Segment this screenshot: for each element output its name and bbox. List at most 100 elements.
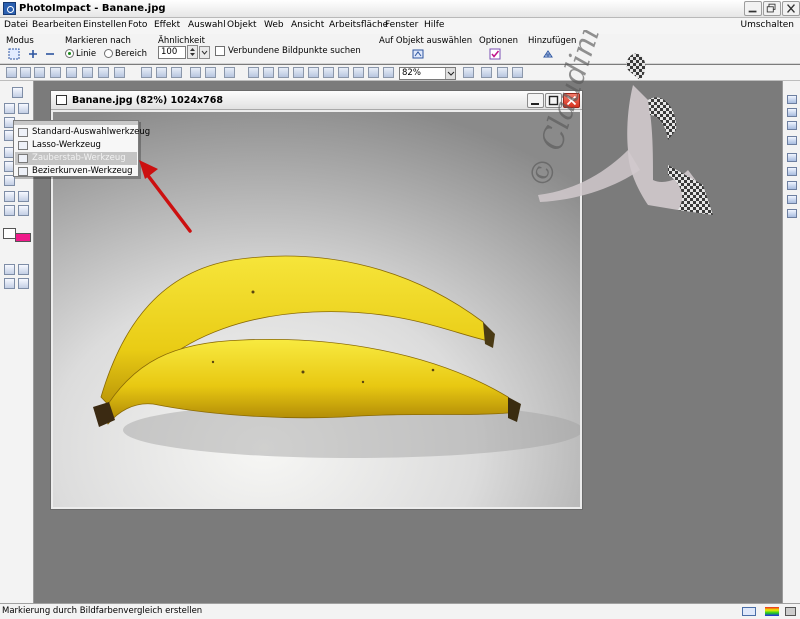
cut-icon[interactable] xyxy=(141,67,152,78)
panel-manager xyxy=(782,81,800,603)
selection-tool-icon[interactable] xyxy=(4,103,15,114)
menuitem-label: Standard-Auswahlwerkzeug xyxy=(32,127,151,137)
open-folder-icon[interactable] xyxy=(34,67,45,78)
menu-ansicht[interactable]: Ansicht xyxy=(291,20,324,30)
zoom-dropdown-icon[interactable] xyxy=(445,68,455,79)
web-icon[interactable] xyxy=(98,67,109,78)
menuitem-lasso-werkzeug[interactable]: Lasso-Werkzeug xyxy=(15,139,137,152)
menu-arbeitsflaeche[interactable]: Arbeitsfläche xyxy=(329,20,388,30)
undo-icon[interactable] xyxy=(190,67,201,78)
menu-fenster[interactable]: Fenster xyxy=(385,20,418,30)
new-image-icon[interactable] xyxy=(20,67,31,78)
filter-icon[interactable] xyxy=(308,67,319,78)
color-panel-icon[interactable] xyxy=(787,167,797,176)
save-icon[interactable] xyxy=(50,67,61,78)
menuitem-label: Bezierkurven-Werkzeug xyxy=(32,166,133,176)
aehnlichkeit-spinner[interactable] xyxy=(187,45,198,59)
magic-wand-icon xyxy=(18,154,28,163)
eyedropper-tool-icon[interactable] xyxy=(18,191,29,202)
rotate-icon[interactable] xyxy=(293,67,304,78)
photoimpact-app-icon[interactable] xyxy=(3,2,16,15)
run-macro-icon[interactable] xyxy=(463,67,474,78)
zoom-select[interactable]: 82% xyxy=(399,67,456,80)
verbundene-checkbox[interactable] xyxy=(215,46,225,56)
flyout-gripper[interactable] xyxy=(14,121,138,125)
menu-web[interactable]: Web xyxy=(264,20,284,30)
new-selection-mode-icon[interactable] xyxy=(8,48,20,60)
copy-icon[interactable] xyxy=(156,67,167,78)
gallery-icon[interactable] xyxy=(787,153,797,162)
add-mode-icon[interactable] xyxy=(27,48,39,60)
optionen-label: Optionen xyxy=(479,36,518,46)
image-size-icon[interactable] xyxy=(263,67,274,78)
paste-icon[interactable] xyxy=(171,67,182,78)
frame-view-icon[interactable] xyxy=(18,264,29,275)
ruler-icon[interactable] xyxy=(18,278,29,289)
grid-view-icon[interactable] xyxy=(4,264,15,275)
color-icon[interactable] xyxy=(323,67,334,78)
status-bar: Markierung durch Bildfarbenvergleich ers… xyxy=(0,603,800,619)
menu-datei[interactable]: Datei xyxy=(4,20,28,30)
menu-einstellen[interactable]: Einstellen xyxy=(83,20,127,30)
text-tool-icon[interactable] xyxy=(4,205,15,216)
transform-tool-icon[interactable] xyxy=(18,103,29,114)
menuitem-standard-auswahlwerkzeug[interactable]: Standard-Auswahlwerkzeug xyxy=(15,126,150,139)
pick-tool-icon[interactable] xyxy=(12,87,23,98)
menu-hilfe[interactable]: Hilfe xyxy=(424,20,444,30)
menu-objekt[interactable]: Objekt xyxy=(227,20,257,30)
effect-icon[interactable] xyxy=(338,67,349,78)
help-icon[interactable] xyxy=(481,67,492,78)
ruler-status-icon[interactable] xyxy=(742,607,756,616)
redo-icon[interactable] xyxy=(205,67,216,78)
selection-tool-flyout: Standard-Auswahlwerkzeug Lasso-Werkzeug … xyxy=(13,120,150,178)
navigator-icon[interactable] xyxy=(787,209,797,218)
image-preview-icon[interactable] xyxy=(248,67,259,78)
select-on-object-icon[interactable] xyxy=(412,48,424,60)
menuitem-label: Zauberstab-Werkzeug xyxy=(32,153,126,163)
crop-icon[interactable] xyxy=(278,67,289,78)
close-button[interactable] xyxy=(782,1,800,16)
layer-manager-icon[interactable] xyxy=(787,95,797,104)
print-icon[interactable] xyxy=(66,67,77,78)
subtract-mode-icon[interactable] xyxy=(44,48,56,60)
menu-effekt[interactable]: Effekt xyxy=(154,20,180,30)
menuitem-bezierkurven-werkzeug[interactable]: Bezierkurven-Werkzeug xyxy=(15,165,137,178)
link-icon[interactable] xyxy=(4,278,15,289)
bereich-radio[interactable] xyxy=(104,49,113,58)
menu-foto[interactable]: Foto xyxy=(128,20,147,30)
menu-bearbeiten[interactable]: Bearbeiten xyxy=(32,20,81,30)
menuitem-zauberstab-werkzeug[interactable]: Zauberstab-Werkzeug xyxy=(15,152,137,165)
document-title: Banane.jpg (82%) 1024x768 xyxy=(72,95,223,106)
view-mode-icon[interactable] xyxy=(224,67,235,78)
watermark-text: © Claudinia xyxy=(528,30,613,192)
background-color-swatch[interactable] xyxy=(15,233,31,242)
quick-command-icon[interactable] xyxy=(787,121,797,130)
path-tool-icon[interactable] xyxy=(18,205,29,216)
menu-auswahl[interactable]: Auswahl xyxy=(188,20,226,30)
histogram-icon[interactable] xyxy=(787,181,797,190)
document-title-bar[interactable]: Banane.jpg (82%) 1024x768 xyxy=(51,91,582,110)
memory-icon xyxy=(785,607,796,616)
export-icon[interactable] xyxy=(114,67,125,78)
document-manager-icon[interactable] xyxy=(787,136,797,145)
panel-icon[interactable] xyxy=(497,67,508,78)
auf-objekt-label: Auf Objekt auswählen xyxy=(379,36,473,46)
new-file-icon[interactable] xyxy=(6,67,17,78)
linie-radio[interactable] xyxy=(65,49,74,58)
layer-icon[interactable] xyxy=(383,67,394,78)
umschalten-button[interactable]: Umschalten xyxy=(741,20,794,30)
zoom-tool-icon[interactable] xyxy=(4,191,15,202)
aehnlichkeit-input[interactable]: 100 xyxy=(158,46,186,59)
frame-icon[interactable] xyxy=(368,67,379,78)
aehnlichkeit-dropdown[interactable] xyxy=(199,46,210,59)
minimize-button[interactable] xyxy=(744,1,762,16)
info-panel-icon[interactable] xyxy=(787,195,797,204)
email-icon[interactable] xyxy=(512,67,523,78)
easypalette-icon[interactable] xyxy=(787,108,797,117)
document-icon xyxy=(56,95,67,105)
options-checkmark-icon[interactable] xyxy=(489,48,501,60)
scan-icon[interactable] xyxy=(82,67,93,78)
transform-icon[interactable] xyxy=(353,67,364,78)
linie-label: Linie xyxy=(76,49,97,59)
maximize-button[interactable] xyxy=(763,1,781,16)
